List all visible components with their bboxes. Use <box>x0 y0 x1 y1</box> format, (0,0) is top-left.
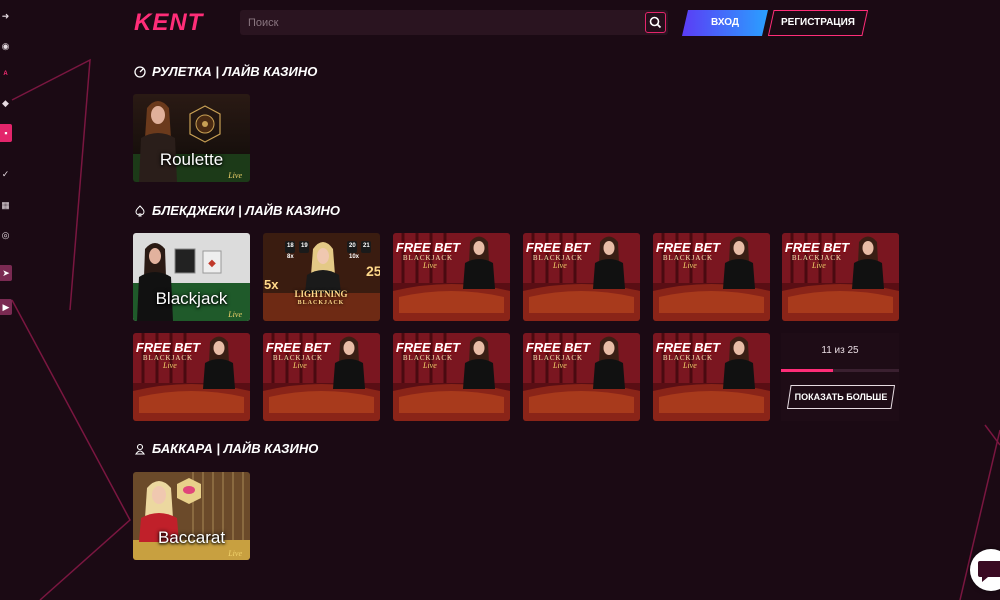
location-icon[interactable]: ◆ <box>0 98 11 109</box>
game-tile-free-bet-blackjack[interactable]: FREE BET BLACKJACK Live <box>523 233 640 321</box>
show-more-panel: 11 из 25 ПОКАЗАТЬ БОЛЬШЕ <box>781 333 899 421</box>
game-title: FREE BET <box>784 240 850 255</box>
live-label: Live <box>683 261 697 270</box>
game-tile-free-bet-blackjack[interactable]: FREE BET BLACKJACK Live <box>263 333 380 421</box>
chat-bubble-icon <box>978 561 1000 582</box>
gift-icon[interactable]: ▪ <box>0 124 12 142</box>
live-label: Live <box>293 361 307 370</box>
live-label: Live <box>228 549 242 558</box>
register-button[interactable]: РЕГИСТРАЦИЯ <box>768 10 868 36</box>
live-label: Live <box>163 361 177 370</box>
game-title: LIGHTNING <box>294 289 348 299</box>
game-tile-roulette[interactable]: Roulette Live <box>133 94 250 182</box>
live-label: Live <box>812 261 826 270</box>
games-progress-fill <box>781 369 833 372</box>
roulette-icon <box>134 66 146 78</box>
number-badge: 18 <box>287 243 294 249</box>
game-title: FREE BET <box>265 340 331 355</box>
game-title: FREE BET <box>655 340 721 355</box>
game-title: Blackjack <box>155 289 228 308</box>
game-tile-lightning-blackjack[interactable]: 18 19 20 21 8x 10x 5x 25 LIGHTNING BLACK… <box>263 233 380 321</box>
promo-badge-icon[interactable]: A <box>0 69 11 80</box>
number-badge: 20 <box>349 243 356 249</box>
section-title-blackjack: БЛЕКДЖЕКИ | ЛАЙВ КАЗИНО <box>134 203 340 219</box>
game-tile-free-bet-blackjack[interactable]: FREE BET BLACKJACK Live <box>393 333 510 421</box>
game-tile-baccarat[interactable]: Baccarat Live <box>133 472 250 560</box>
game-title: FREE BET <box>525 240 591 255</box>
multiplier-label: 5x <box>264 277 279 292</box>
search-bar <box>240 10 668 35</box>
game-title: FREE BET <box>525 340 591 355</box>
live-label: Live <box>553 261 567 270</box>
promo-icon[interactable]: ◉ <box>0 41 11 52</box>
game-tile-free-bet-blackjack[interactable]: FREE BET BLACKJACK Live <box>782 233 899 321</box>
promo-badge-text: A <box>3 71 8 77</box>
search-button[interactable] <box>645 12 666 33</box>
section-title-text: РУЛЕТКА | ЛАЙВ КАЗИНО <box>152 64 318 79</box>
game-title: Baccarat <box>157 528 226 547</box>
multiplier-badge: 10x <box>349 254 360 260</box>
game-tile-free-bet-blackjack[interactable]: FREE BET BLACKJACK Live <box>133 333 250 421</box>
game-tile-free-bet-blackjack[interactable]: FREE BET BLACKJACK Live <box>653 233 770 321</box>
game-title: FREE BET <box>395 240 461 255</box>
telegram-icon[interactable]: ➤ <box>0 265 12 281</box>
show-more-label: ПОКАЗАТЬ БОЛЬШЕ <box>794 392 888 402</box>
section-title-text: БАККАРА | ЛАЙВ КАЗИНО <box>152 441 319 456</box>
section-title-roulette: РУЛЕТКА | ЛАЙВ КАЗИНО <box>134 64 317 80</box>
live-label: Live <box>228 310 242 319</box>
multiplier-label: 25 <box>366 263 380 279</box>
game-tile-free-bet-blackjack[interactable]: FREE BET BLACKJACK Live <box>653 333 770 421</box>
chat-button[interactable] <box>970 549 1000 591</box>
left-sidebar: ➜ ◉ A ◆ ▪ ✓ ▦ ◎ ➤ ▶ <box>0 0 12 600</box>
games-counter: 11 из 25 <box>821 345 859 356</box>
spade-icon <box>135 205 145 217</box>
live-label: Live <box>228 171 242 180</box>
kent-logo[interactable]: KENT <box>134 11 203 35</box>
game-title: FREE BET <box>655 240 721 255</box>
youtube-icon[interactable]: ▶ <box>0 299 12 315</box>
multiplier-badge: 8x <box>287 254 294 260</box>
svg-text:◆: ◆ <box>208 258 216 269</box>
check-icon[interactable]: ✓ <box>0 169 11 180</box>
section-title-baccarat: БАККАРА | ЛАЙВ КАЗИНО <box>134 441 318 457</box>
game-title: Roulette <box>159 150 224 169</box>
games-progress-bar <box>781 369 899 372</box>
live-label: Live <box>423 261 437 270</box>
search-icon <box>649 16 662 29</box>
calendar-icon[interactable]: ▦ <box>0 200 11 211</box>
number-badge: 19 <box>301 243 308 249</box>
live-label: Live <box>553 361 567 370</box>
number-badge: 21 <box>363 243 370 249</box>
baccarat-icon <box>134 443 146 455</box>
game-title: FREE BET <box>135 340 201 355</box>
search-input[interactable] <box>240 10 640 35</box>
game-tile-free-bet-blackjack[interactable]: FREE BET BLACKJACK Live <box>523 333 640 421</box>
live-label: Live <box>423 361 437 370</box>
game-subtitle: BLACKJACK <box>297 300 345 306</box>
game-title: FREE BET <box>395 340 461 355</box>
login-button[interactable]: ВХОД <box>682 10 768 36</box>
login-arrow-icon[interactable]: ➜ <box>0 11 11 22</box>
register-button-label: РЕГИСТРАЦИЯ <box>781 17 855 28</box>
show-more-button[interactable]: ПОКАЗАТЬ БОЛЬШЕ <box>787 385 895 409</box>
game-tile-blackjack[interactable]: ◆ Blackjack Live <box>133 233 250 321</box>
section-title-text: БЛЕКДЖЕКИ | ЛАЙВ КАЗИНО <box>152 203 341 218</box>
globe-icon[interactable]: ◎ <box>0 230 11 241</box>
game-tile-free-bet-blackjack[interactable]: FREE BET BLACKJACK Live <box>393 233 510 321</box>
live-label: Live <box>683 361 697 370</box>
